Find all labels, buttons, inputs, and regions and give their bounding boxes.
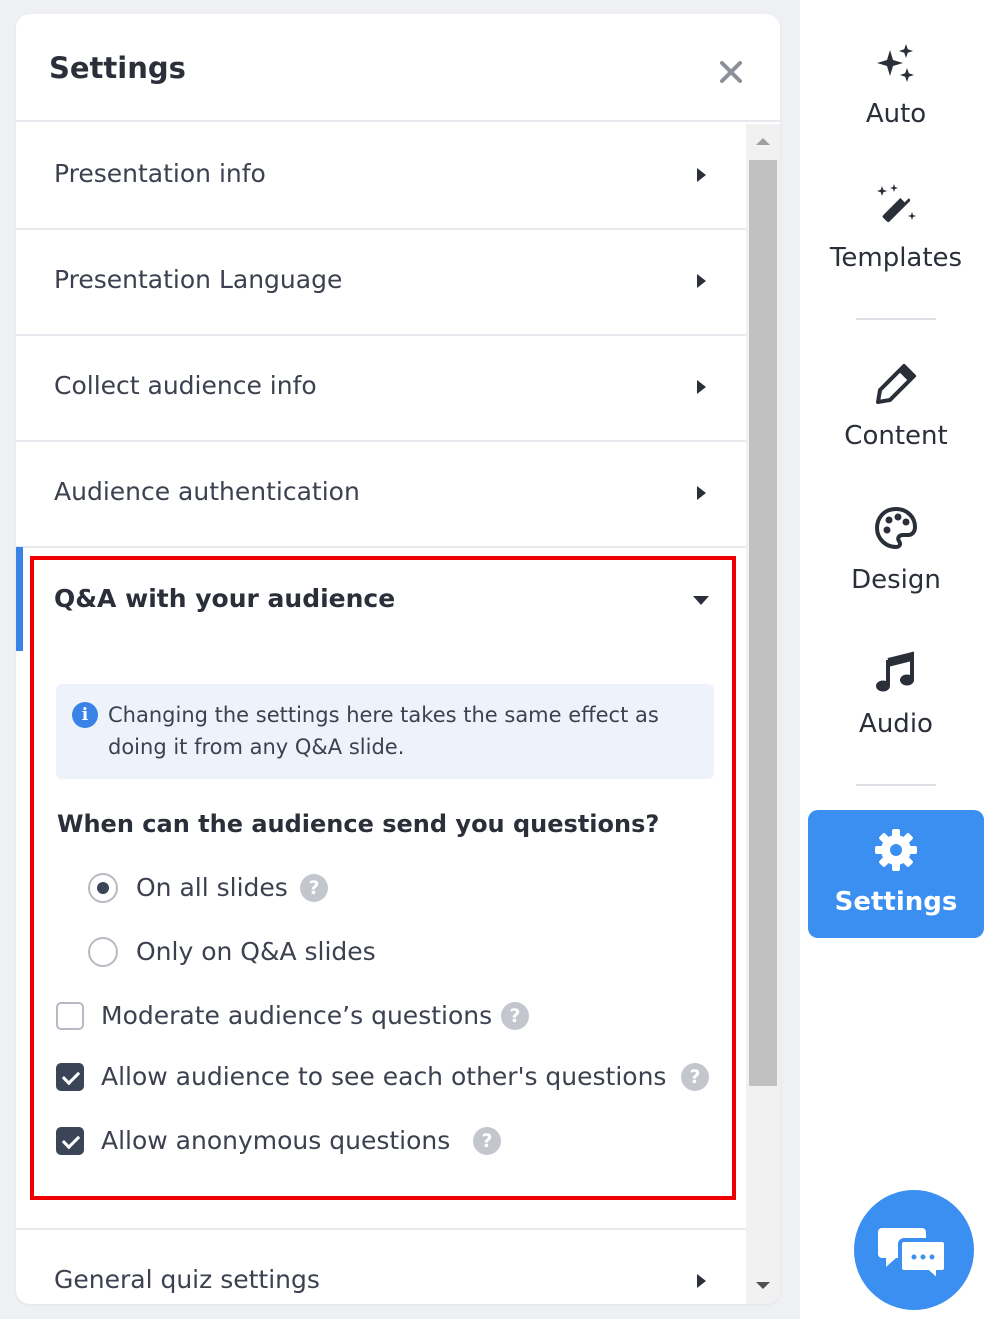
- scrollbar[interactable]: [746, 124, 780, 1304]
- checkbox[interactable]: [56, 1127, 84, 1155]
- help-icon[interactable]: ?: [473, 1127, 501, 1155]
- tool-rail: Auto Templates Content Design Audio Sett…: [800, 0, 991, 1319]
- pencil-icon: [876, 364, 916, 404]
- settings-panel: Settings Presentation info Presentation …: [16, 14, 780, 1304]
- tool-design[interactable]: Design: [808, 496, 984, 624]
- tool-label: Settings: [834, 887, 958, 917]
- scroll-down-arrow-icon[interactable]: [756, 1282, 770, 1289]
- tool-label: Audio: [859, 709, 933, 739]
- tool-audio[interactable]: Audio: [808, 640, 984, 768]
- close-icon: [720, 61, 742, 83]
- tool-label: Auto: [865, 99, 927, 129]
- panel-title: Settings: [49, 51, 186, 85]
- info-box: i Changing the settings here takes the s…: [56, 684, 714, 779]
- checkbox-label: Allow audience to see each other's quest…: [101, 1062, 667, 1091]
- section-presentation-language[interactable]: Presentation Language: [16, 230, 746, 336]
- section-label: Presentation Language: [54, 265, 343, 294]
- tool-auto[interactable]: Auto: [808, 30, 984, 158]
- tool-label: Content: [844, 421, 948, 451]
- radio-label: On all slides: [136, 873, 288, 902]
- radio-on-all-slides[interactable]: On all slides ?: [88, 869, 348, 909]
- help-icon[interactable]: ?: [501, 1002, 529, 1030]
- question-heading: When can the audience send you questions…: [57, 810, 660, 838]
- radio-label: Only on Q&A slides: [136, 937, 376, 966]
- tool-label: Templates: [829, 243, 963, 273]
- section-presentation-info[interactable]: Presentation info: [16, 124, 746, 230]
- tool-settings[interactable]: Settings: [808, 810, 984, 938]
- magic-wand-icon: [877, 184, 916, 223]
- section-general-quiz-settings[interactable]: General quiz settings: [16, 1228, 746, 1304]
- sparkles-icon: [877, 44, 914, 82]
- caret-right-icon: [697, 380, 706, 394]
- chat-bubbles-icon: [878, 1228, 948, 1286]
- info-text: Changing the settings here takes the sam…: [108, 703, 659, 759]
- section-qa-header[interactable]: Q&A with your audience: [54, 582, 395, 616]
- scroll-up-arrow-icon[interactable]: [756, 138, 770, 145]
- section-label: Collect audience info: [54, 371, 317, 400]
- chat-button[interactable]: [854, 1190, 974, 1310]
- active-section-indicator: [16, 547, 23, 651]
- checkbox-moderate-questions[interactable]: Moderate audience’s questions ?: [56, 997, 536, 1037]
- caret-right-icon: [697, 486, 706, 500]
- section-collect-audience-info[interactable]: Collect audience info: [16, 336, 746, 442]
- info-icon: i: [72, 702, 98, 728]
- radio-button[interactable]: [88, 873, 118, 903]
- palette-icon: [874, 506, 918, 550]
- radio-only-qa-slides[interactable]: Only on Q&A slides: [88, 933, 388, 973]
- scrollbar-thumb[interactable]: [749, 160, 777, 1086]
- checkbox-anonymous-questions[interactable]: Allow anonymous questions ?: [56, 1122, 516, 1162]
- rail-divider: [856, 784, 936, 786]
- rail-divider: [856, 318, 936, 320]
- help-icon[interactable]: ?: [681, 1063, 709, 1091]
- section-label: Presentation info: [54, 159, 266, 188]
- section-label: General quiz settings: [54, 1265, 320, 1294]
- checkbox-see-others-questions[interactable]: Allow audience to see each other's quest…: [56, 1058, 716, 1098]
- close-button[interactable]: [713, 54, 749, 90]
- radio-button[interactable]: [88, 937, 118, 967]
- help-icon[interactable]: ?: [300, 874, 328, 902]
- checkbox[interactable]: [56, 1002, 84, 1030]
- settings-scroll-area: Presentation info Presentation Language …: [16, 124, 780, 1304]
- gear-icon: [875, 829, 917, 871]
- tool-label: Design: [851, 565, 941, 595]
- music-note-icon: [876, 651, 914, 692]
- checkbox-label: Moderate audience’s questions: [101, 1001, 493, 1030]
- caret-right-icon: [697, 168, 706, 182]
- tool-templates[interactable]: Templates: [808, 174, 984, 302]
- caret-right-icon: [697, 1274, 706, 1288]
- checkbox[interactable]: [56, 1063, 84, 1091]
- section-audience-authentication[interactable]: Audience authentication: [16, 442, 746, 548]
- caret-right-icon: [697, 274, 706, 288]
- tool-content[interactable]: Content: [808, 352, 984, 480]
- panel-header: Settings: [16, 14, 780, 122]
- checkbox-label: Allow anonymous questions: [101, 1126, 451, 1155]
- caret-down-icon[interactable]: [693, 596, 709, 605]
- section-label: Audience authentication: [54, 477, 360, 506]
